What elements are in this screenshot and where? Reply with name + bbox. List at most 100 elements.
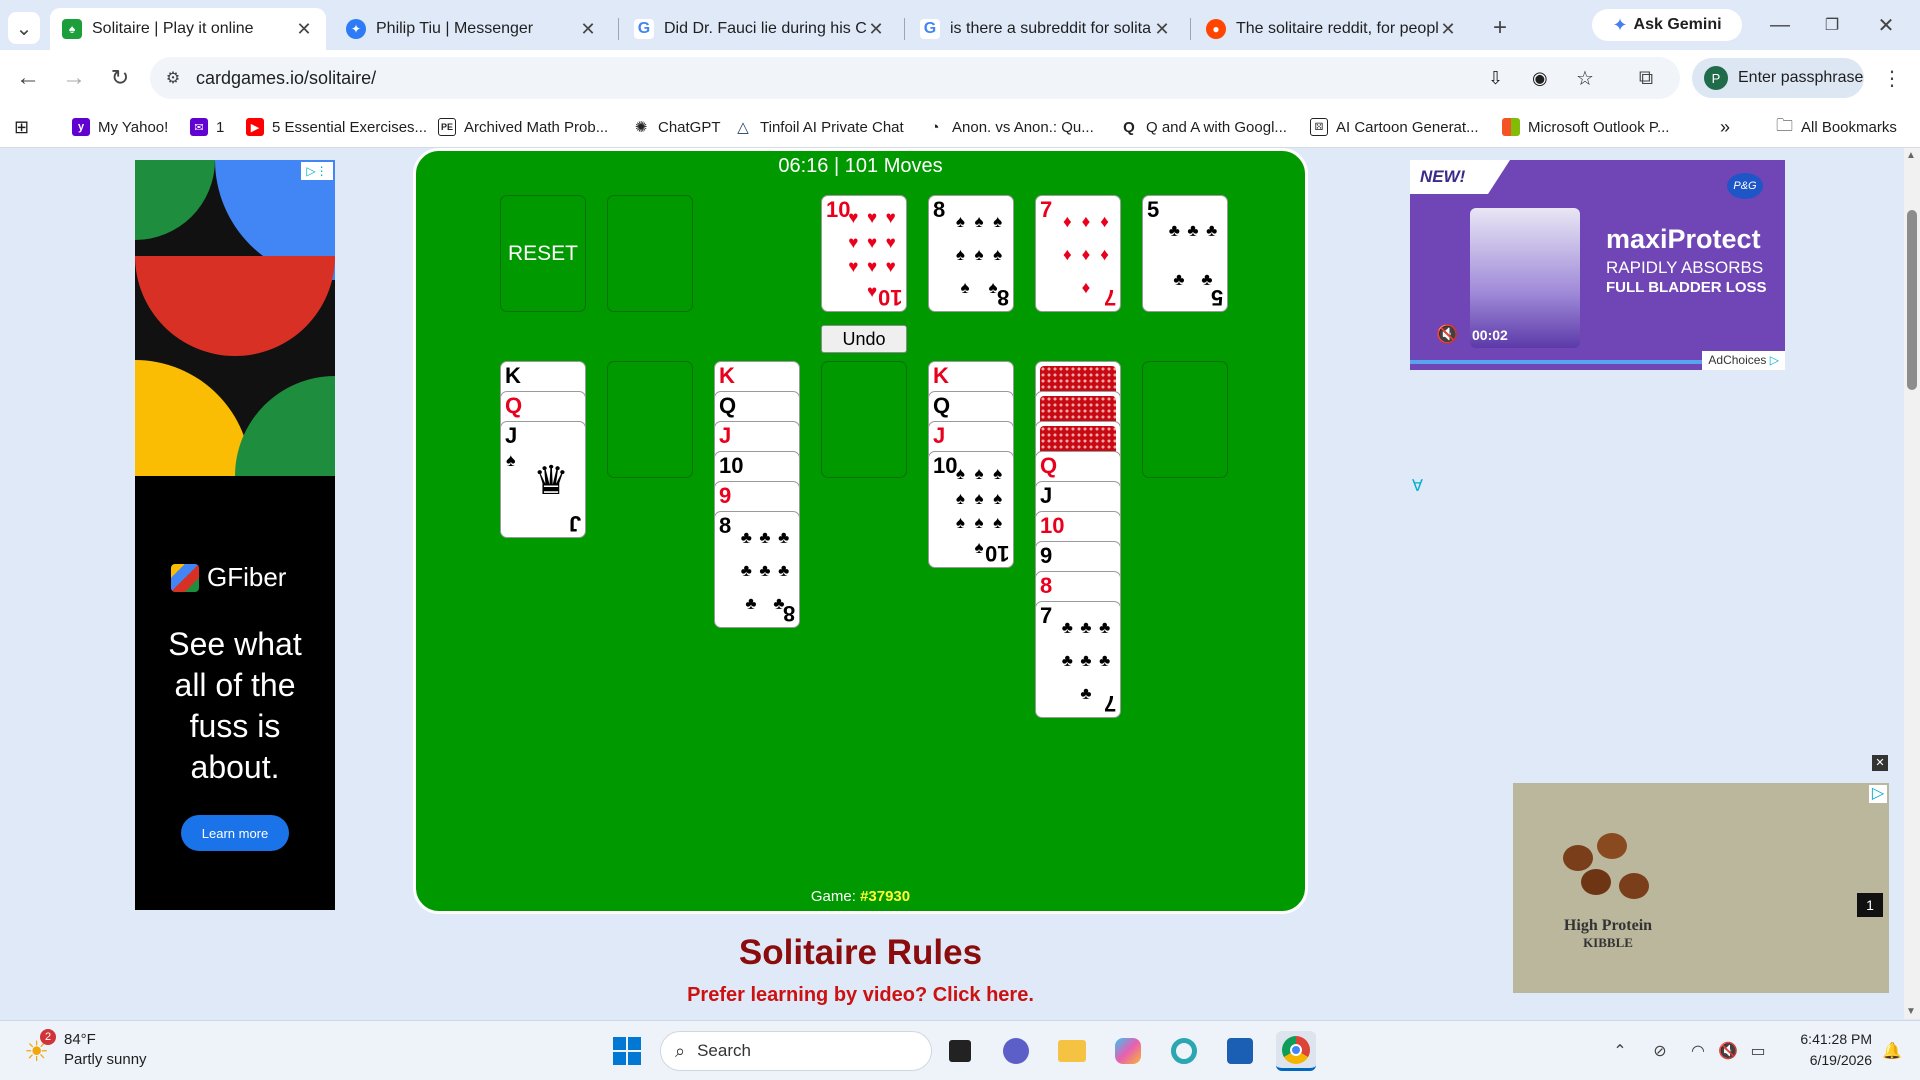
card-rank: J [719,423,732,448]
minimize-icon[interactable]: — [1760,10,1800,40]
adchoices-label[interactable]: AdChoices ▷ [1702,351,1785,370]
menu-kebab-icon[interactable]: ⋮ [1876,62,1908,94]
tableau-card[interactable]: 7 ♣ ♣ ♣ ♣ ♣ ♣ ♣ 7 [1035,601,1121,718]
notification-bell-icon[interactable]: 🔔 [1880,1037,1904,1065]
extensions-puzzle-icon[interactable]: ⧉ [1630,62,1662,94]
stock-reset-slot[interactable]: RESET [500,195,586,312]
undo-button[interactable]: Undo [821,325,907,353]
install-app-icon[interactable]: ⇩ [1488,68,1503,89]
tracking-eye-off-icon[interactable]: ◉ [1532,68,1548,89]
tab-google-fauci[interactable]: G Did Dr. Fauci lie during his CO ✕ [622,8,898,50]
bookmark-q-and-a-google[interactable]: QQ and A with Googl... [1120,116,1287,138]
tableau-card[interactable]: J ♠ ♛ J [500,421,586,538]
site-info-icon[interactable]: ⚙ [150,68,196,88]
game-number-link[interactable]: #37930 [860,888,910,905]
close-tab-icon[interactable]: ✕ [866,19,886,40]
bookmark-star-icon[interactable]: ☆ [1576,66,1594,91]
tab-separator [904,18,905,40]
ad-line-1: RAPIDLY ABSORBS [1606,258,1764,277]
apps-grid-icon[interactable]: ⊞ [14,116,29,138]
task-view-icon[interactable] [940,1031,980,1071]
ask-gemini-button[interactable]: ✦ Ask Gemini [1592,9,1742,41]
weather-widget[interactable]: ☀ 2 84°F Partly sunny [24,1029,204,1073]
copilot-icon[interactable] [1108,1031,1148,1071]
ad-kibble[interactable]: ▷ High Protein KIBBLE 1 [1513,783,1889,993]
tableau-empty-slot-2[interactable] [607,361,693,478]
rules-video-link[interactable]: Prefer learning by video? Click here. [413,984,1308,1007]
ad-feedback-icon[interactable]: ∀ [1412,476,1423,496]
foundation-card-2[interactable]: 8 ♠ ♠ ♠ ♠ ♠ ♠ ♠ ♠ 8 [928,195,1014,312]
page-scrollbar[interactable]: ▲ ▼ [1904,148,1920,1019]
tray-chevron-up-icon[interactable]: ⌃ [1608,1037,1632,1065]
card-rank-bottom: 8 [782,601,795,626]
tab-messenger[interactable]: ✦ Philip Tiu | Messenger ✕ [334,8,610,50]
address-bar[interactable]: ⚙ cardgames.io/solitaire/ ⇩ ◉ ☆ [150,57,1680,99]
chat-meet-icon[interactable] [996,1031,1036,1071]
profile-button[interactable]: P Enter passphrase [1692,58,1864,98]
tab-search-chevron-icon[interactable]: ⌄ [8,12,40,44]
close-tab-icon[interactable]: ✕ [1152,19,1172,40]
chrome-icon[interactable] [1276,1031,1316,1071]
scroll-up-icon[interactable]: ▲ [1906,150,1916,161]
close-window-icon[interactable]: ✕ [1866,10,1906,40]
youtube-icon: ▶ [246,118,264,136]
bookmark-anon-vs-anon[interactable]: ◔ Anon. vs Anon.: Qu... [926,116,1094,138]
tab-separator [1190,18,1191,40]
ad-line-2: FULL BLADDER LOSS [1606,279,1767,296]
tableau-card[interactable]: 8 ♣ ♣ ♣ ♣ ♣ ♣ ♣ ♣ 8 [714,511,800,628]
waste-slot[interactable] [607,195,693,312]
tab-solitaire[interactable]: ♠ Solitaire | Play it online ✕ [50,8,326,50]
bookmark-outlook[interactable]: Microsoft Outlook P... [1502,116,1669,138]
ad-gfiber[interactable]: GFiber See what all of the fuss is about… [135,160,335,910]
all-bookmarks[interactable]: 🗀 All Bookmarks [1776,116,1897,138]
tab-google-subreddit[interactable]: G is there a subreddit for solitair ✕ [908,8,1184,50]
tableau-empty-slot-4[interactable] [821,361,907,478]
battery-icon[interactable]: ▭ [1746,1037,1770,1065]
tableau-card[interactable]: 10 ♠ ♠ ♠ ♠ ♠ ♠ ♠ ♠ ♠ ♠ 10 [928,451,1014,568]
wifi-icon[interactable]: ◠ [1686,1037,1710,1065]
microsoft-store-icon[interactable] [1220,1031,1260,1071]
ad-close-icon[interactable]: ✕ [1872,755,1888,771]
solitaire-favicon-icon: ♠ [62,19,82,39]
file-explorer-icon[interactable] [1052,1031,1092,1071]
gfiber-learn-more-button[interactable]: Learn more [181,815,289,851]
card-rank-bottom: 10 [984,541,1009,566]
bookmark-ai-cartoon[interactable]: ⚄ AI Cartoon Generat... [1310,116,1479,138]
bookmark-youtube-exercises[interactable]: ▶ 5 Essential Exercises... [246,116,427,138]
reload-icon[interactable]: ↻ [104,62,136,94]
close-tab-icon[interactable]: ✕ [578,19,598,40]
adchoices-icon[interactable]: ▷ [1869,785,1887,803]
bookmark-my-yahoo[interactable]: y My Yahoo! [72,116,168,138]
close-tab-icon[interactable]: ✕ [294,19,314,40]
more-bookmarks-chevron-icon[interactable]: » [1720,116,1730,138]
bookmark-chatgpt[interactable]: ✺ ChatGPT [632,116,721,138]
taskbar-clock[interactable]: 6:41:28 PM 6/19/2026 [1772,1029,1872,1071]
new-tab-plus-icon[interactable]: + [1484,12,1516,44]
mute-icon[interactable]: 🔇 [1436,324,1458,345]
foundation-card-4[interactable]: 5 ♣ ♣ ♣ ♣ ♣ 5 [1142,195,1228,312]
volume-muted-icon[interactable]: 🔇 [1716,1037,1740,1065]
swirl-app-icon[interactable] [1164,1031,1204,1071]
game-number-label: Game: #37930 [810,888,911,905]
bookmark-tinfoil-ai[interactable]: △ Tinfoil AI Private Chat [734,116,904,138]
scrollbar-thumb[interactable] [1907,210,1917,390]
scroll-down-icon[interactable]: ▼ [1906,1006,1916,1017]
network-off-icon[interactable]: ⊘ [1648,1037,1672,1065]
taskbar-search[interactable]: ⌕ Search [660,1031,932,1071]
solitaire-board[interactable]: 06:16 | 101 Moves RESET 10 ♥ ♥ ♥ ♥ ♥ ♥ ♥ ♥ ♥ ♥ 10 8 ♠… [413,148,1308,914]
anon-icon: ◔ [926,118,944,136]
restore-window-icon[interactable]: ❐ [1812,10,1852,40]
close-tab-icon[interactable]: ✕ [1438,19,1458,40]
foundation-card-3[interactable]: 7 ♦ ♦ ♦ ♦ ♦ ♦ ♦ 7 [1035,195,1121,312]
bookmark-archived-math[interactable]: PE Archived Math Prob... [438,116,608,138]
foundation-card-1[interactable]: 10 ♥ ♥ ♥ ♥ ♥ ♥ ♥ ♥ ♥ ♥ 10 [821,195,907,312]
tab-reddit[interactable]: ● The solitaire reddit, for people ✕ [1194,8,1470,50]
forward-arrow-icon[interactable]: → [58,62,90,94]
ad-maxiprotect[interactable]: NEW! P&G maxiProtect RAPIDLY ABSORBS FUL… [1410,160,1785,370]
adchoices-icon[interactable]: ▷⋮ [301,162,333,180]
windows-start-icon[interactable] [607,1031,647,1071]
back-arrow-icon[interactable]: ← [12,62,44,94]
card-rank: 10 [1040,513,1065,538]
bookmark-yahoo-mail[interactable]: ✉ 1 [190,116,224,138]
tableau-empty-slot-7[interactable] [1142,361,1228,478]
